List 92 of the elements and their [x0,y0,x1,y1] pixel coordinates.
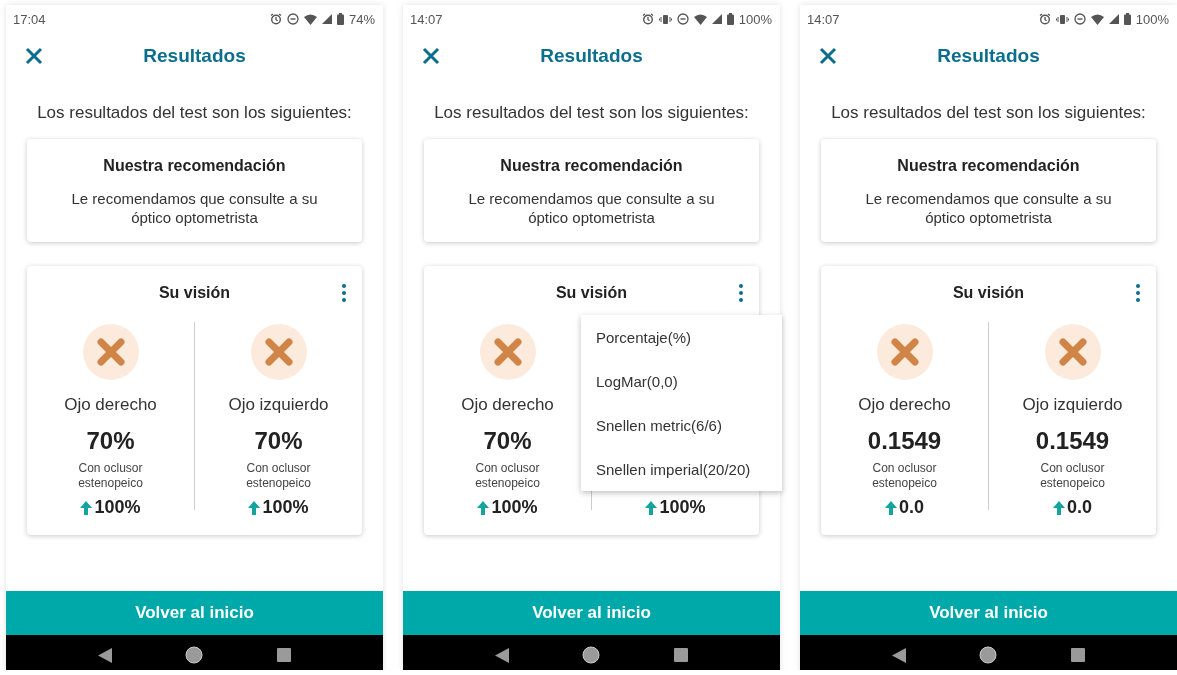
do-not-disturb-icon [676,13,689,25]
alarm-icon [1038,13,1051,25]
card-title: Nuestra recomendación [499,157,684,175]
eye-label: Ojo derecho [461,395,554,416]
up-arrow-icon [80,500,93,515]
recommendation-text: Le recomendamos que consulte a su óptico optometrista [467,189,716,227]
home-icon[interactable] [979,646,998,664]
more-options-button[interactable] [1134,283,1142,305]
close-icon [819,47,837,65]
battery-percent: 100% [1135,11,1169,27]
eye-score: 70% [86,427,135,456]
back-icon[interactable] [494,647,509,663]
intro-text: Los resultados del test son los siguientes: [830,103,1147,123]
recommendation-text: Le recomendamos que consulte a su óptico optometrista [864,189,1113,227]
intro-text: Los resultados del test son los siguientes: [433,103,750,123]
cross-icon [493,338,522,366]
alarm-icon [269,13,282,25]
recommendation-text: Le recomendamos que consulte a su óptico optometrista [70,189,319,227]
menu-item[interactable]: LogMar(0,0) [581,359,782,403]
pinhole-note: Con oclusor estenopeico [1039,461,1106,491]
status-time: 17:04 [13,11,46,27]
menu-item[interactable]: Snellen imperial(20/20) [581,447,782,491]
back-icon[interactable] [97,647,112,663]
eye-score: 70% [483,427,532,456]
pinhole-note: Con oclusor estenopeico [77,461,144,491]
wifi-icon [693,13,707,25]
menu-item[interactable]: Snellen metric(6/6) [581,403,782,447]
card-title: Su visión [158,284,231,303]
more-options-button[interactable] [340,283,348,305]
more-options-icon [341,283,347,303]
cross-icon [890,338,919,366]
up-arrow-icon [477,500,490,515]
battery-percent: 100% [738,11,772,27]
status-time: 14:07 [410,11,443,27]
home-icon[interactable] [185,646,204,664]
card-title: Nuestra recomendación [102,157,287,175]
more-options-button[interactable] [737,283,745,305]
vibrate-icon [1055,13,1069,25]
card-title: Su visión [952,284,1025,303]
pinhole-note: Con oclusor estenopeico [474,461,541,491]
cross-icon [96,338,125,366]
up-arrow-icon [645,500,658,515]
pinhole-score: 0.0 [1067,497,1092,518]
wifi-icon [303,13,317,25]
eye-score: 0.1549 [867,427,942,456]
pinhole-note: Con oclusor estenopeico [871,461,938,491]
eye-label: Ojo derecho [858,395,951,416]
home-icon[interactable] [582,646,601,664]
pinhole-score: 100% [94,497,141,518]
pinhole-score: 100% [262,497,309,518]
recents-icon[interactable] [674,648,689,662]
battery-icon [726,13,734,25]
close-icon [25,47,43,65]
up-arrow-icon [885,500,897,515]
card-title: Nuestra recomendación [896,157,1081,175]
more-options-icon [1135,283,1141,303]
signal-icon [321,14,332,24]
pinhole-score: 100% [659,497,706,518]
eye-label: Ojo izquierdo [228,395,329,416]
menu-item[interactable]: Porcentaje(%) [581,315,782,359]
intro-text: Los resultados del test son los siguientes: [36,103,353,123]
up-arrow-icon [248,500,261,515]
battery-percent: 74% [348,11,375,27]
battery-icon [336,13,344,25]
pinhole-score: 0.0 [899,497,924,518]
card-title: Su visión [555,284,628,303]
battery-icon [1123,13,1131,25]
screen-title: Resultados [540,45,643,67]
do-not-disturb-icon [1073,13,1086,25]
up-arrow-icon [1053,500,1065,515]
status-time: 14:07 [807,11,840,27]
signal-icon [1108,14,1119,24]
screen-title: Resultados [937,45,1040,67]
cross-icon [264,338,293,366]
close-icon [422,47,440,65]
recents-icon[interactable] [1071,648,1086,662]
pinhole-note: Con oclusor estenopeico [245,461,312,491]
vibrate-icon [658,13,672,25]
eye-label: Ojo derecho [64,395,157,416]
eye-score: 70% [254,427,303,456]
more-options-icon [738,283,744,303]
alarm-icon [641,13,654,25]
cross-icon [1058,338,1087,366]
screen-title: Resultados [143,45,246,67]
do-not-disturb-icon [286,13,299,25]
recents-icon[interactable] [277,648,292,662]
signal-icon [711,14,722,24]
wifi-icon [1090,13,1104,25]
pinhole-score: 100% [491,497,538,518]
eye-score: 0.1549 [1035,427,1110,456]
eye-label: Ojo izquierdo [1022,395,1123,416]
back-icon[interactable] [891,647,906,663]
